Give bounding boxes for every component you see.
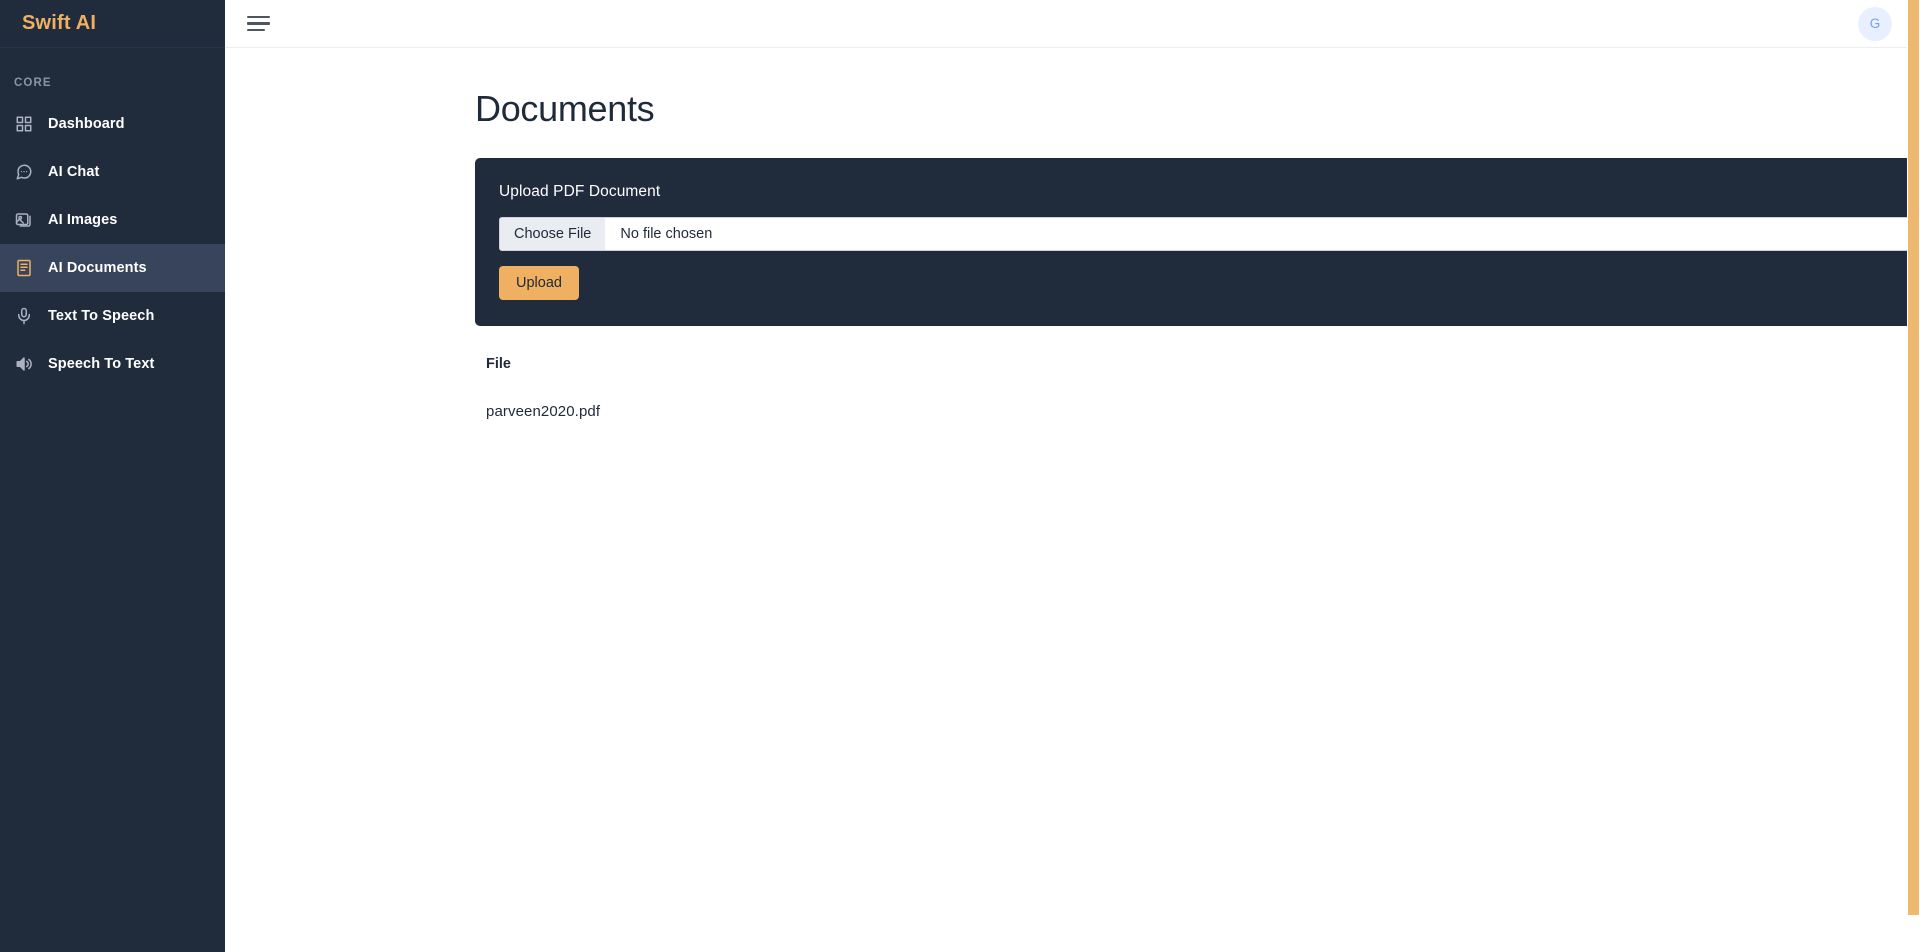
- choose-file-button[interactable]: Choose File: [500, 218, 607, 250]
- sidebar-nav: Dashboard AI Chat AI Images AI Documents…: [0, 100, 225, 388]
- sidebar-item-label: AI Chat: [48, 164, 100, 180]
- sidebar: Swift AI CORE Dashboard AI Chat AI Image…: [0, 0, 225, 952]
- file-chosen-label: No file chosen: [620, 226, 713, 242]
- table-row: parveen2020.pdf: [486, 388, 1920, 434]
- hamburger-line: [247, 28, 265, 32]
- hamburger-line: [247, 15, 270, 19]
- sidebar-item-label: Text To Speech: [48, 308, 155, 324]
- avatar[interactable]: G: [1858, 6, 1892, 41]
- sidebar-item-text-to-speech[interactable]: Text To Speech: [0, 292, 225, 340]
- sidebar-item-label: AI Images: [48, 212, 118, 228]
- avatar-initial: G: [1869, 16, 1881, 31]
- sidebar-item-label: Dashboard: [48, 116, 125, 132]
- upload-card: Upload PDF Document Choose File No file …: [475, 158, 1920, 326]
- sidebar-item-label: Speech To Text: [48, 356, 155, 372]
- microphone-icon: [14, 306, 34, 326]
- page-title: Documents: [475, 88, 655, 129]
- file-input[interactable]: Choose File No file chosen: [499, 217, 1920, 251]
- file-table: File parveen2020.pdf: [486, 350, 1920, 434]
- sidebar-item-label: AI Documents: [48, 260, 147, 276]
- topbar: G: [225, 0, 1920, 48]
- sidebar-section-label: CORE: [14, 77, 52, 89]
- sidebar-item-dashboard[interactable]: Dashboard: [0, 100, 225, 148]
- hamburger-icon[interactable]: [247, 11, 273, 37]
- right-pane: G Documents Upload PDF Document Choose F…: [225, 0, 1920, 952]
- upload-button[interactable]: Upload: [499, 266, 579, 300]
- hamburger-line: [247, 22, 270, 25]
- chat-icon: [14, 162, 34, 182]
- brand-title: Swift AI: [22, 12, 97, 34]
- sidebar-item-ai-images[interactable]: AI Images: [0, 196, 225, 244]
- grid-icon: [14, 114, 34, 134]
- file-name: parveen2020.pdf: [486, 402, 601, 420]
- speaker-icon: [14, 354, 34, 374]
- sidebar-brand[interactable]: Swift AI: [0, 0, 225, 48]
- sidebar-item-ai-chat[interactable]: AI Chat: [0, 148, 225, 196]
- upload-card-title: Upload PDF Document: [499, 183, 661, 200]
- sidebar-item-ai-documents[interactable]: AI Documents: [0, 244, 225, 292]
- document-icon: [14, 258, 34, 278]
- page-scrollbar-thumb[interactable]: [1908, 0, 1919, 915]
- main-content: Documents Upload PDF Document Choose Fil…: [225, 48, 1920, 952]
- image-icon: [14, 210, 34, 230]
- file-table-column-header: File: [486, 356, 511, 372]
- sidebar-item-speech-to-text[interactable]: Speech To Text: [0, 340, 225, 388]
- page-scrollbar[interactable]: [1907, 0, 1920, 952]
